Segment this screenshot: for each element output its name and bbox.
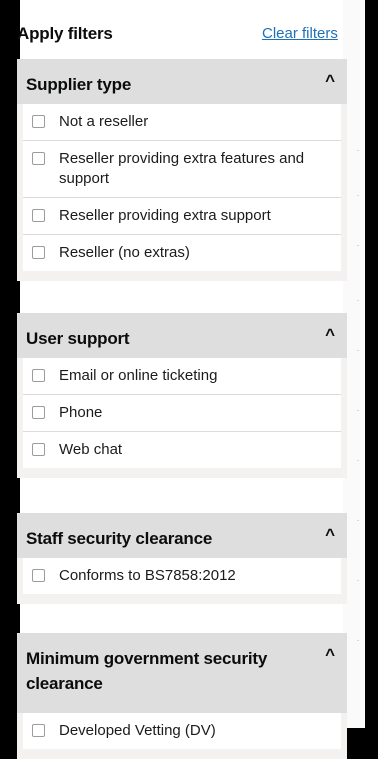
filter-option[interactable]: Not a reseller	[23, 104, 341, 141]
chevron-up-icon[interactable]: ^	[325, 645, 335, 665]
section-header[interactable]: Supplier type ^	[17, 59, 347, 104]
apply-filters-title: Apply filters	[17, 24, 113, 43]
section-options: Not a reseller Reseller providing extra …	[17, 104, 347, 281]
section-header[interactable]: User support ^	[17, 313, 347, 358]
chevron-up-icon[interactable]: ^	[325, 525, 335, 545]
option-label: Reseller (no extras)	[59, 244, 190, 261]
option-label: Web chat	[59, 441, 123, 458]
checkbox[interactable]	[32, 569, 45, 582]
clear-filters-link[interactable]: Clear filters	[262, 24, 338, 44]
option-label: Email or online ticketing	[59, 367, 218, 384]
filter-option[interactable]: Reseller providing extra features and su…	[23, 141, 341, 198]
filter-section-supplier-type: Supplier type ^ Not a reseller Reseller …	[17, 59, 347, 281]
checkbox[interactable]	[32, 209, 45, 222]
checkbox[interactable]	[32, 443, 45, 456]
option-label: Reseller providing extra features and su…	[59, 150, 305, 187]
section-title: Staff security clearance	[26, 529, 213, 548]
section-options: Developed Vetting (DV)	[17, 713, 347, 759]
filter-header: Apply filters Clear filters	[17, 24, 347, 46]
checkbox[interactable]	[32, 246, 45, 259]
filter-section-government-clearance: Minimum government security clearance ^ …	[17, 633, 347, 759]
option-label: Reseller providing extra support	[59, 207, 271, 224]
section-options: Email or online ticketing Phone Web chat	[17, 358, 347, 478]
checkbox[interactable]	[32, 369, 45, 382]
filter-option[interactable]: Developed Vetting (DV)	[23, 713, 341, 749]
chevron-up-icon[interactable]: ^	[325, 71, 335, 91]
section-title: Supplier type	[26, 75, 132, 94]
filter-option[interactable]: Reseller providing extra support	[23, 198, 341, 235]
checkbox[interactable]	[32, 724, 45, 737]
filter-option[interactable]: Phone	[23, 395, 341, 432]
checkbox[interactable]	[32, 152, 45, 165]
section-header[interactable]: Staff security clearance ^	[17, 513, 347, 558]
section-header[interactable]: Minimum government security clearance ^	[17, 633, 347, 713]
chevron-up-icon[interactable]: ^	[325, 325, 335, 345]
checkbox[interactable]	[32, 406, 45, 419]
filter-section-user-support: User support ^ Email or online ticketing…	[17, 313, 347, 478]
section-title: Minimum government security clearance	[26, 649, 268, 693]
checkbox[interactable]	[32, 115, 45, 128]
option-label: Phone	[59, 404, 103, 421]
filter-option[interactable]: Web chat	[23, 432, 341, 468]
filter-option[interactable]: Email or online ticketing	[23, 358, 341, 395]
section-options: Conforms to BS7858:2012	[17, 558, 347, 604]
option-label: Developed Vetting (DV)	[59, 722, 216, 739]
section-title: User support	[26, 329, 130, 348]
option-label: Not a reseller	[59, 113, 149, 130]
filter-section-staff-security: Staff security clearance ^ Conforms to B…	[17, 513, 347, 604]
option-label: Conforms to BS7858:2012	[59, 567, 236, 584]
filter-option[interactable]: Reseller (no extras)	[23, 235, 341, 271]
filter-option[interactable]: Conforms to BS7858:2012	[23, 558, 341, 594]
